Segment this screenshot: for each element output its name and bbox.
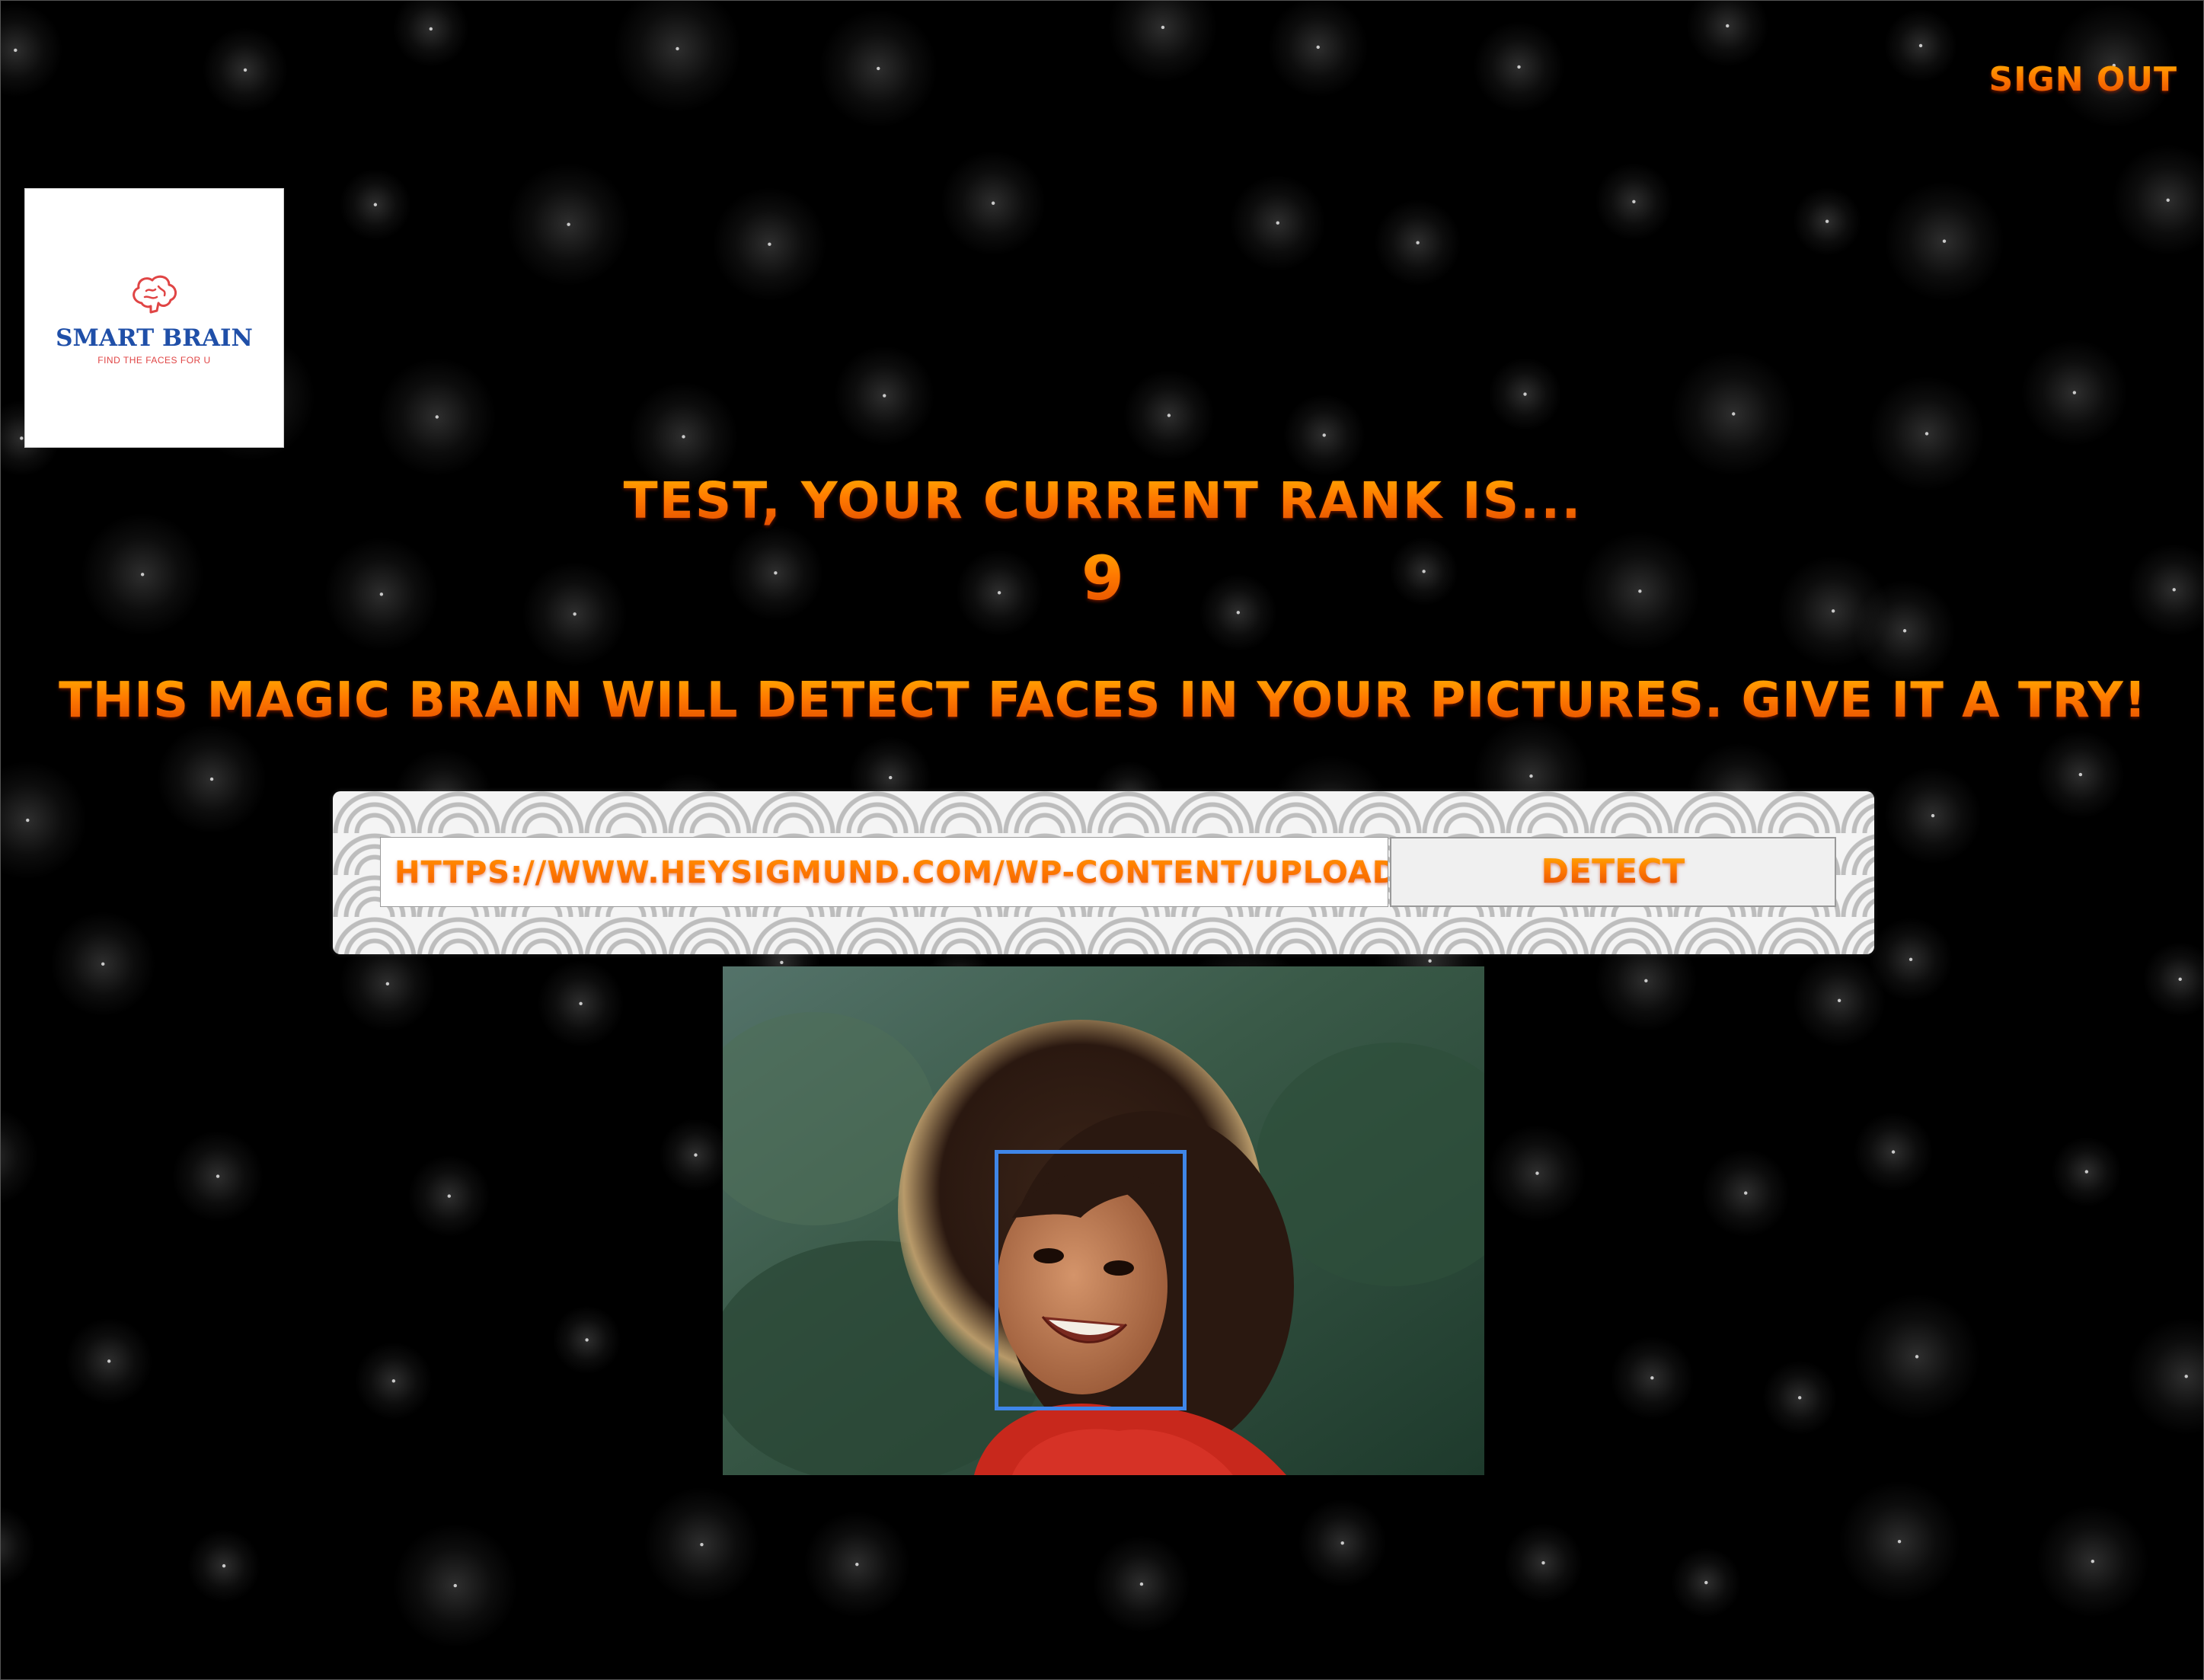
particle-dot <box>1161 25 1165 30</box>
particle-dot <box>579 1001 583 1006</box>
particle-dot <box>2072 391 2077 394</box>
face-bounding-box <box>995 1150 1187 1410</box>
particle-dot <box>101 962 105 966</box>
particle-dot <box>1529 774 1533 778</box>
particle-dot <box>1541 1560 1545 1565</box>
particle-dot <box>209 777 214 781</box>
particle-dot <box>1918 43 1923 48</box>
particle-dot <box>1276 221 1279 225</box>
image-url-value: https://www.heysigmund.com/wp-content/up… <box>394 838 1388 906</box>
particle-glow <box>392 1 469 67</box>
particle-dot <box>991 201 995 205</box>
particle-glow <box>1 1107 39 1206</box>
particle-dot <box>1744 1191 1748 1195</box>
particle-dot <box>877 66 880 71</box>
particle-glow <box>1 1505 36 1587</box>
particle-dot <box>1340 1541 1344 1545</box>
particle-glow <box>613 1 742 113</box>
particle-dot <box>1897 1539 1902 1544</box>
logo-tagline: FIND THE FACES FOR U <box>97 355 211 366</box>
particle-dot <box>453 1583 457 1588</box>
particle-dot <box>385 982 390 986</box>
particle-glow <box>2112 144 2203 256</box>
particle-dot <box>1931 813 1935 818</box>
particle-dot <box>585 1338 589 1342</box>
brain-icon <box>133 275 177 314</box>
particle-dot <box>1704 1580 1708 1585</box>
sign-out-link[interactable]: Sign Out <box>1989 60 2177 99</box>
particle-dot <box>1825 219 1829 223</box>
particle-dot <box>429 27 433 31</box>
particle-dot <box>1732 412 1736 416</box>
particle-glow <box>1 3 63 97</box>
particle-glow <box>2127 1317 2203 1436</box>
image-link-form: https://www.heysigmund.com/wp-content/up… <box>333 791 1874 954</box>
particle-dot <box>435 415 439 419</box>
particle-dot <box>676 46 679 51</box>
particle-dot <box>222 1563 226 1568</box>
particle-dot <box>1891 1150 1896 1154</box>
particle-dot <box>2091 1559 2095 1563</box>
particle-dot <box>1316 45 1320 50</box>
app-root: Sign Out SMART BRAIN FIND THE FACES FOR … <box>0 0 2204 1680</box>
particle-dot <box>1902 629 1907 633</box>
particle-dot <box>694 1153 698 1157</box>
particle-dot <box>1644 979 1648 983</box>
particle-dot <box>2078 772 2083 777</box>
particle-dot <box>1416 241 1420 244</box>
detect-button[interactable]: Detect <box>1390 837 1836 907</box>
particle-dot <box>889 775 893 780</box>
particle-dot <box>1322 433 1326 437</box>
image-url-input[interactable]: https://www.heysigmund.com/wp-content/up… <box>380 837 1388 907</box>
result-image <box>723 966 1484 1475</box>
particle-dot <box>1428 959 1432 963</box>
particle-dot <box>780 960 784 965</box>
particle-dot <box>1726 24 1730 28</box>
detect-button-label: Detect <box>1541 852 1685 891</box>
particle-dot <box>1915 1355 1919 1359</box>
logo-card: SMART BRAIN FIND THE FACES FOR U <box>24 188 284 448</box>
particle-dot <box>1523 392 1527 396</box>
rank-value: 9 <box>1 543 2203 614</box>
intro-text: This Magic Brain will detect faces in yo… <box>1 672 2203 729</box>
particle-dot <box>373 203 378 206</box>
particle-glow <box>1686 1 1769 67</box>
particle-dot <box>700 1542 704 1547</box>
particle-dot <box>1837 998 1841 1003</box>
particle-dot <box>855 1562 859 1567</box>
particle-dot <box>883 394 886 398</box>
logo-brand-text: SMART BRAIN <box>56 324 253 352</box>
particle-dot <box>768 242 771 246</box>
particle-glow <box>1108 1 1218 82</box>
particle-dot <box>2166 198 2170 202</box>
particle-dot <box>2184 1375 2188 1378</box>
particle-dot <box>682 435 685 439</box>
particle-dot <box>1167 414 1171 417</box>
particle-dot <box>26 818 30 822</box>
particle-glow <box>1267 1 1369 97</box>
particle-dot <box>1139 1582 1144 1586</box>
particle-dot <box>1517 65 1521 69</box>
particle-dot <box>1925 432 1929 436</box>
particle-dot <box>1909 957 1913 962</box>
particle-glow <box>2142 941 2203 1017</box>
particle-dot <box>14 48 18 53</box>
particle-dot <box>216 1174 220 1178</box>
particle-dot <box>2084 1170 2089 1174</box>
particle-dot <box>1535 1171 1539 1175</box>
rank-message: Test, your current rank is... <box>1 471 2203 530</box>
particle-dot <box>1797 1396 1802 1400</box>
particle-dot <box>1632 200 1636 203</box>
particle-dot <box>243 68 248 72</box>
particle-dot <box>567 222 570 226</box>
particle-dot <box>1650 1376 1654 1380</box>
particle-dot <box>391 1379 396 1383</box>
particle-dot <box>447 1194 451 1198</box>
particle-glow <box>1 761 88 880</box>
particle-dot <box>1942 239 1947 243</box>
particle-dot <box>20 436 24 440</box>
particle-dot <box>2178 977 2182 982</box>
particle-dot <box>107 1359 111 1363</box>
